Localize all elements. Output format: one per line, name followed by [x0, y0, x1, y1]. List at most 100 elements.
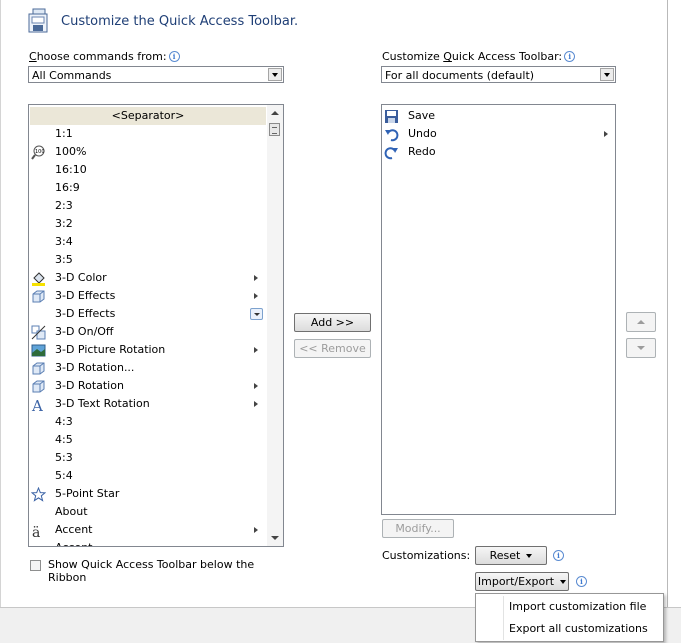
- list-item[interactable]: 3-D Effects: [29, 287, 265, 305]
- menu-item-import[interactable]: Import customization file: [509, 600, 646, 613]
- list-item[interactable]: 1:1: [29, 125, 265, 143]
- list-item-label: 3-D Rotation...: [55, 361, 135, 374]
- qat-header-icon: [27, 8, 51, 34]
- chevron-down-icon[interactable]: [600, 68, 614, 81]
- list-item[interactable]: 100 100%: [29, 143, 265, 161]
- submenu-arrow-icon: [254, 275, 258, 281]
- list-item[interactable]: 5:4: [29, 467, 265, 485]
- move-down-button[interactable]: [626, 338, 656, 358]
- list-item[interactable]: Accept: [29, 539, 265, 546]
- svg-text:ä: ä: [32, 525, 40, 538]
- list-item[interactable]: 3-D Color: [29, 269, 265, 287]
- list-item[interactable]: Undo: [382, 125, 615, 143]
- list-item[interactable]: 4:3: [29, 413, 265, 431]
- list-item[interactable]: 3:2: [29, 215, 265, 233]
- info-icon[interactable]: i: [576, 576, 587, 587]
- list-item[interactable]: 3-D On/Off: [29, 323, 265, 341]
- list-item[interactable]: Redo: [382, 143, 615, 161]
- list-item[interactable]: 4:5: [29, 431, 265, 449]
- scroll-up-button[interactable]: [267, 105, 283, 121]
- list-item[interactable]: 5:3: [29, 449, 265, 467]
- list-item-label: 16:10: [55, 163, 87, 176]
- dropdown-indicator-icon: [250, 308, 263, 320]
- svg-text:100: 100: [35, 149, 45, 155]
- submenu-arrow-icon: [254, 347, 258, 353]
- list-item-label: About: [55, 505, 88, 518]
- list-item[interactable]: 5-Point Star: [29, 485, 265, 503]
- scroll-down-button[interactable]: [267, 530, 283, 546]
- list-item-label: 3-D Rotation: [55, 379, 124, 392]
- list-item-label: 3:5: [55, 253, 73, 266]
- list-item-label: <Separator>: [111, 109, 185, 122]
- info-icon[interactable]: i: [168, 51, 180, 62]
- choose-commands-value: All Commands: [32, 69, 112, 82]
- info-icon[interactable]: i: [564, 51, 576, 62]
- add-button[interactable]: Add >>: [294, 313, 371, 332]
- list-item[interactable]: About: [29, 503, 265, 521]
- list-item[interactable]: A 3-D Text Rotation: [29, 395, 265, 415]
- list-item-selected[interactable]: <Separator>: [30, 107, 266, 125]
- list-item[interactable]: 16:10: [29, 161, 265, 179]
- scroll-thumb[interactable]: [269, 123, 280, 136]
- menu-item-export[interactable]: Export all customizations: [509, 622, 648, 635]
- redo-icon: [384, 145, 399, 160]
- list-item[interactable]: 3-D Rotation: [29, 377, 265, 395]
- text-a-icon: A: [31, 397, 46, 415]
- list-item[interactable]: ä Accent: [29, 521, 265, 541]
- submenu-arrow-icon: [604, 131, 608, 137]
- list-item-label: 100%: [55, 145, 87, 158]
- list-item[interactable]: 2:3: [29, 197, 265, 215]
- list-item-label: Save: [408, 109, 436, 122]
- svg-text:A: A: [31, 397, 43, 412]
- list-item-label: 5-Point Star: [55, 487, 120, 500]
- import-export-menu: Import customization file Export all cus…: [475, 593, 664, 642]
- info-icon[interactable]: i: [553, 550, 564, 561]
- toolbar-commands-list[interactable]: Save Undo Redo: [381, 104, 616, 515]
- list-item[interactable]: 3:5: [29, 251, 265, 269]
- list-item-label: 5:3: [55, 451, 73, 464]
- commands-list[interactable]: <Separator> 1:1 100 100% 16:10 16:9 2:3 3:2 3:4 3…: [28, 104, 284, 547]
- submenu-arrow-icon: [254, 293, 258, 299]
- list-item[interactable]: Save: [382, 107, 615, 125]
- chevron-down-icon: [526, 554, 533, 558]
- move-up-button[interactable]: [626, 312, 656, 332]
- 3d-toggle-icon: [31, 325, 46, 340]
- picture-rotation-icon: [31, 343, 46, 358]
- accent-a-icon: ä: [31, 523, 46, 541]
- list-item-label: 3-D Effects: [55, 307, 116, 320]
- remove-button[interactable]: << Remove: [294, 339, 371, 358]
- list-item-label: 3-D Color: [55, 271, 107, 284]
- list-item-label: 2:3: [55, 199, 73, 212]
- list-item[interactable]: 3:4: [29, 233, 265, 251]
- list-item-label: Undo: [408, 127, 437, 140]
- chevron-down-icon[interactable]: [268, 68, 282, 81]
- choose-commands-label: Choose commands from: i: [29, 50, 180, 63]
- list-item-label: 4:3: [55, 415, 73, 428]
- toolbar-scope-combo[interactable]: For all documents (default): [381, 66, 616, 83]
- cube-icon: [31, 289, 46, 304]
- submenu-arrow-icon: [254, 401, 258, 407]
- commands-scrollbar[interactable]: [267, 105, 283, 546]
- toolbar-scope-value: For all documents (default): [385, 69, 535, 82]
- list-item-label: 16:9: [55, 181, 80, 194]
- list-item-label: 5:4: [55, 469, 73, 482]
- list-item[interactable]: 3-D Effects: [29, 305, 265, 323]
- save-icon: [384, 109, 399, 124]
- submenu-arrow-icon: [254, 383, 258, 389]
- list-item[interactable]: 3-D Picture Rotation: [29, 341, 265, 359]
- dialog-right-border: [667, 0, 668, 607]
- list-item-label: 4:5: [55, 433, 73, 446]
- list-item-label: Redo: [408, 145, 436, 158]
- show-below-ribbon-checkbox[interactable]: [30, 560, 41, 571]
- list-item[interactable]: 3-D Rotation...: [29, 359, 265, 377]
- choose-commands-combo[interactable]: All Commands: [28, 66, 284, 83]
- page-title: Customize the Quick Access Toolbar.: [61, 14, 299, 29]
- modify-button[interactable]: Modify...: [382, 519, 454, 538]
- reset-button[interactable]: Reset: [475, 546, 547, 565]
- list-item-label: 3-D On/Off: [55, 325, 114, 338]
- list-item[interactable]: 16:9: [29, 179, 265, 197]
- import-export-button[interactable]: Import/Export: [475, 572, 569, 591]
- list-item-label: 3-D Effects: [55, 289, 116, 302]
- menu-gutter: [503, 596, 504, 640]
- customizations-label: Customizations:: [382, 549, 471, 562]
